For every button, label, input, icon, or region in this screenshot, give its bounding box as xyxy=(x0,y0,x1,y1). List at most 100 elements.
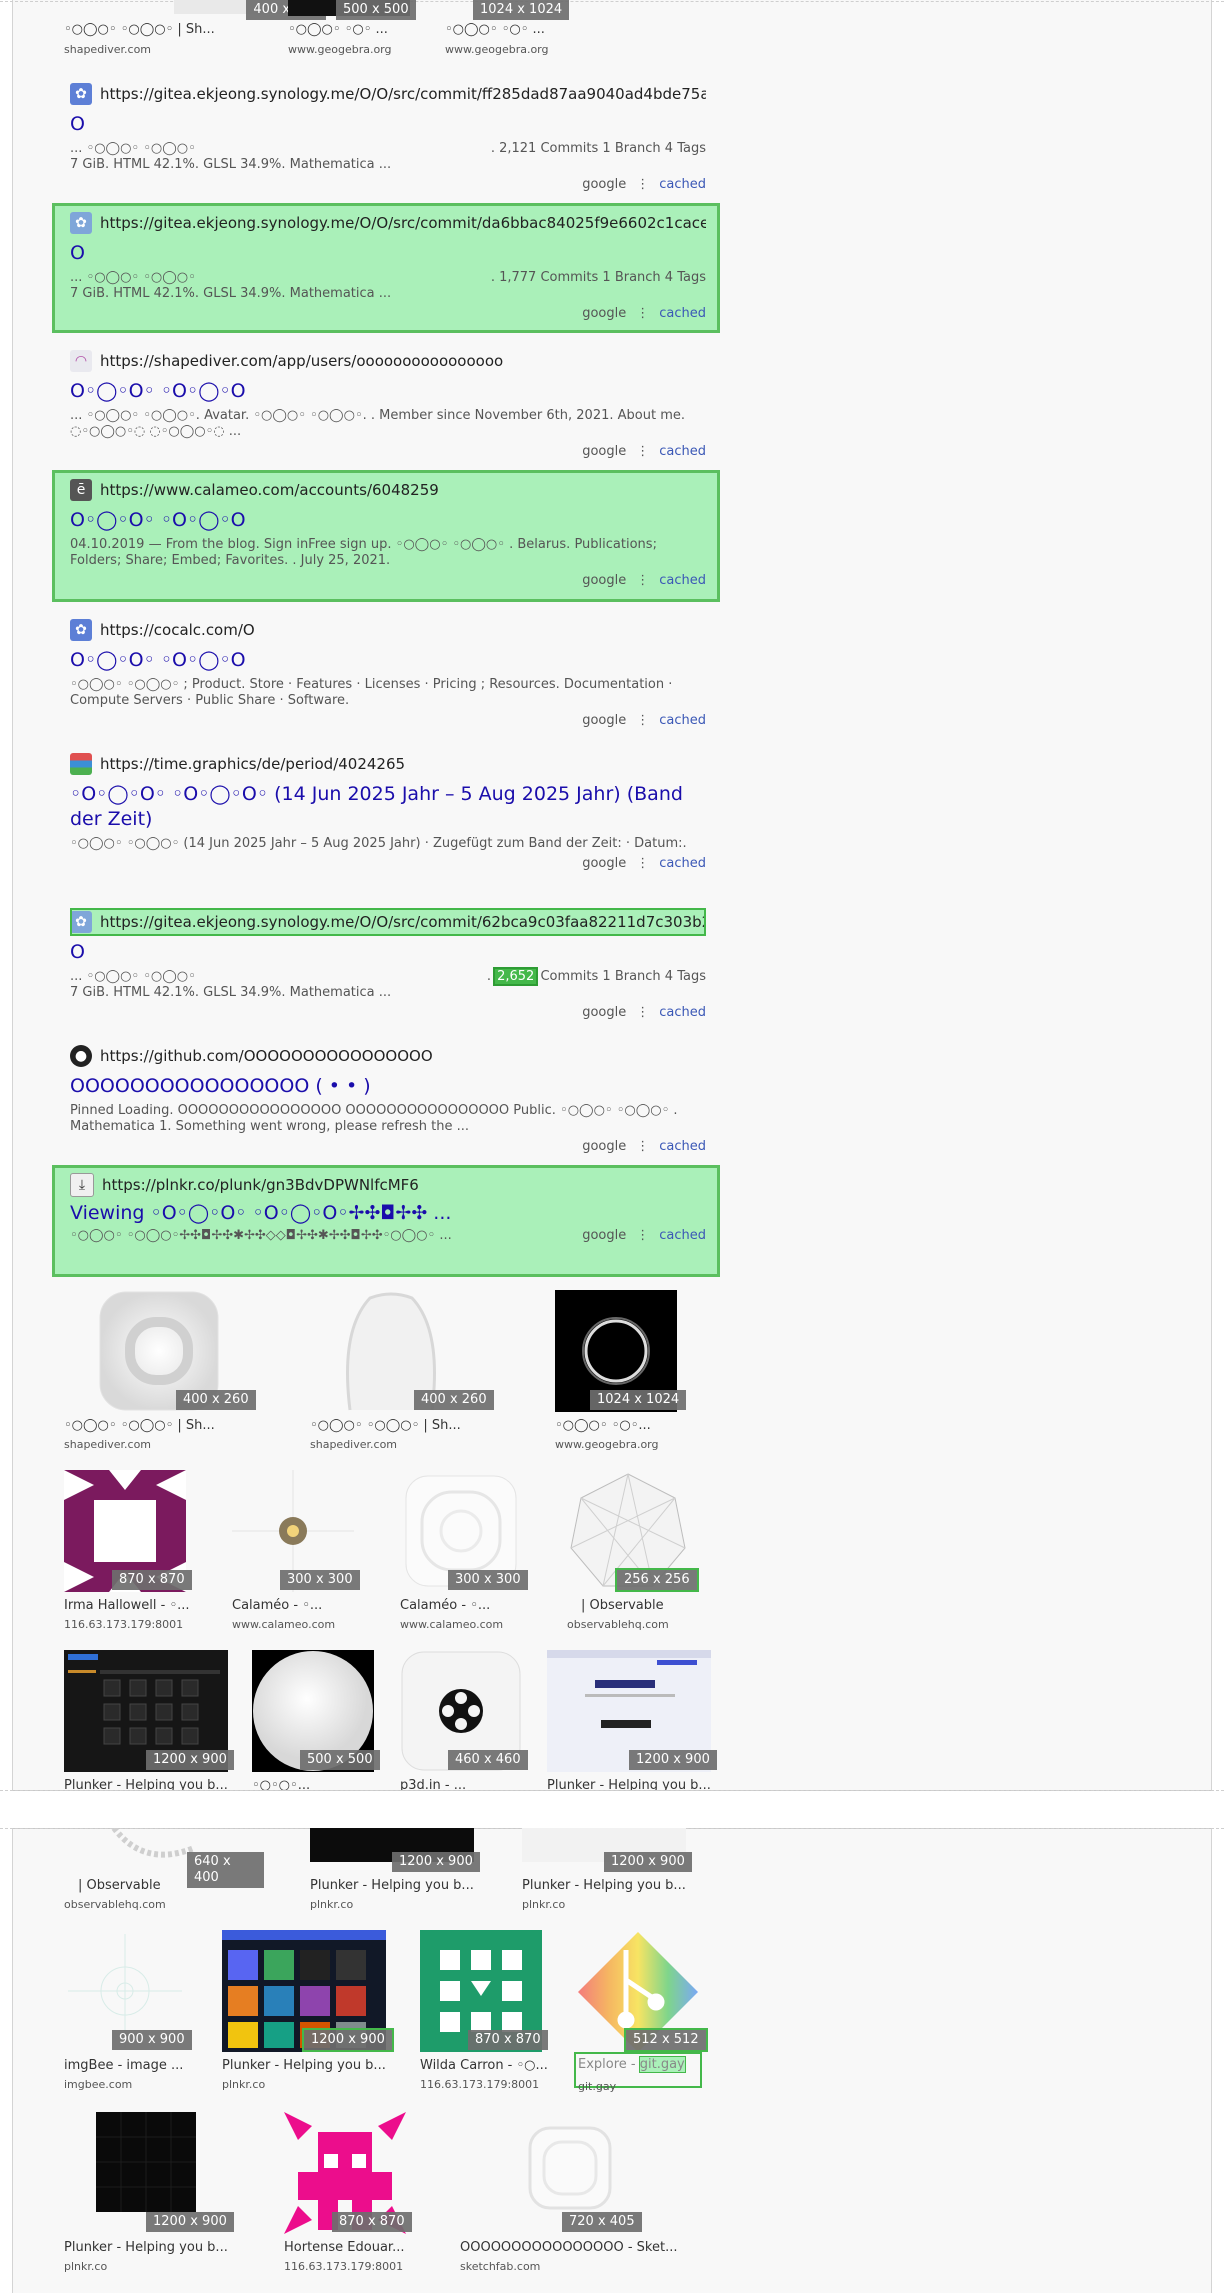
cached-link[interactable]: cached xyxy=(659,444,706,459)
result-title[interactable]: Viewing ◦O◦◯◦O◦ ◦O◦◯◦O◦✢✣◘✢✣ ... xyxy=(70,1201,706,1226)
image-result[interactable]: 1200 x 900 Plunker - Helping you b... pl… xyxy=(522,1828,722,1911)
result-title[interactable]: ◦O◦◯◦O◦ ◦O◦◯◦O◦ (14 Jun 2025 Jahr – 5 Au… xyxy=(70,782,706,832)
result-title[interactable]: O xyxy=(70,241,706,266)
image-source: plnkr.co xyxy=(222,2078,266,2091)
more-options-icon[interactable]: ⋮ xyxy=(636,573,649,588)
more-options-icon[interactable]: ⋮ xyxy=(636,1228,649,1243)
result-url[interactable]: https://github.com/OOOOOOOOOOOOOOOO xyxy=(100,1047,433,1065)
image-caption[interactable]: Plunker - Helping you b... xyxy=(64,1778,234,1790)
image-result[interactable]: 1200 x 900 Plunker - Helping you b... pl… xyxy=(310,1828,510,1911)
more-options-icon[interactable]: ⋮ xyxy=(636,1139,649,1154)
result-url[interactable]: https://time.graphics/de/period/4024265 xyxy=(100,755,405,773)
image-caption[interactable]: Wilda Carron - ◦○... xyxy=(420,2058,580,2073)
image-caption[interactable]: ◦○◯○◦ ◦○◯○◦ | Sh... xyxy=(64,1418,264,1433)
image-result[interactable]: 1024 x 1024 ◦○◯○◦ ◦○◦... www.geogebra.or… xyxy=(555,1290,735,1451)
image-caption[interactable]: p3d.in - ... xyxy=(400,1778,540,1790)
image-caption[interactable]: ◦○◯○◦ ◦○◯○◦ | Sh... xyxy=(64,22,274,37)
image-caption[interactable]: OOOOOOOOOOOOOOOO - Sket... xyxy=(460,2240,680,2255)
result-title[interactable]: O◦◯◦O◦ ◦O◦◯◦O xyxy=(70,648,706,673)
image-result[interactable]: 640 x 400 | Observable observablehq.com xyxy=(64,1828,264,1911)
result-url-row[interactable]: ✿ https://cocalc.com/O xyxy=(70,616,706,644)
image-caption[interactable]: ◦○◦○◦... xyxy=(252,1778,392,1790)
image-caption[interactable]: | Observable xyxy=(78,1878,258,1893)
result-title[interactable]: O◦◯◦O◦ ◦O◦◯◦O xyxy=(70,508,706,533)
image-caption[interactable]: Plunker - Helping you b... xyxy=(64,2240,244,2255)
image-caption[interactable]: Plunker - Helping you b... xyxy=(310,1878,510,1893)
image-result[interactable]: 300 x 300 Calaméo - ◦... www.calameo.com xyxy=(400,1470,560,1631)
image-caption[interactable]: Plunker - Helping you b... xyxy=(522,1878,722,1893)
image-result[interactable]: 1200 x 900 Plunker - Helping you b... xyxy=(64,1650,234,1790)
result-url[interactable]: https://www.calameo.com/accounts/6048259 xyxy=(100,481,439,499)
image-source: www.geogebra.org xyxy=(555,1438,659,1451)
result-title[interactable]: O◦◯◦O◦ ◦O◦◯◦O xyxy=(70,379,706,404)
image-result[interactable]: 720 x 405 OOOOOOOOOOOOOOOO - Sket... ske… xyxy=(460,2112,680,2273)
more-options-icon[interactable]: ⋮ xyxy=(636,444,649,459)
more-options-icon[interactable]: ⋮ xyxy=(636,306,649,321)
cached-link[interactable]: cached xyxy=(659,573,706,588)
image-caption[interactable]: Hortense Edouar... xyxy=(284,2240,444,2255)
image-result[interactable]: 400 x 260 ◦○◯○◦ ◦○◯○◦ | Sh... shapediver… xyxy=(64,1290,264,1451)
result-meta: google ⋮ cached xyxy=(70,856,706,876)
image-caption[interactable]: Calaméo - ◦... xyxy=(400,1598,560,1613)
image-result[interactable]: 400 x 260 ◦○◯○◦ ◦○◯○◦ | Sh... shapediver… xyxy=(64,0,326,60)
cached-link[interactable]: cached xyxy=(659,306,706,321)
more-options-icon[interactable]: ⋮ xyxy=(636,856,649,871)
image-result[interactable]: 460 x 460 p3d.in - ... xyxy=(400,1650,540,1790)
result-url[interactable]: https://gitea.ekjeong.synology.me/O/O/sr… xyxy=(100,85,706,103)
more-options-icon[interactable]: ⋮ xyxy=(636,177,649,192)
image-result[interactable]: 870 x 870 Hortense Edouar... 116.63.173.… xyxy=(284,2112,444,2273)
result-title[interactable]: OOOOOOOOOOOOOOOO ( • • ) xyxy=(70,1074,706,1099)
cached-link[interactable]: cached xyxy=(659,713,706,728)
image-caption[interactable]: Plunker - Helping you b... xyxy=(222,2058,402,2073)
result-url-row-highlighted[interactable]: ✿ https://gitea.ekjeong.synology.me/O/O/… xyxy=(70,908,706,936)
image-result[interactable]: 1200 x 900 Plunker - Helping you b... pl… xyxy=(222,1930,402,2091)
cached-link[interactable]: cached xyxy=(659,1005,706,1020)
image-result[interactable]: 1024 x 1024 ◦○◯○◦ ◦○◦ ... www.geogebra.o… xyxy=(445,0,645,60)
result-url[interactable]: https://gitea.ekjeong.synology.me/O/O/sr… xyxy=(100,214,706,232)
image-caption[interactable]: Plunker - Helping you b... xyxy=(547,1778,717,1790)
image-caption[interactable]: | Observable xyxy=(581,1598,741,1613)
image-result[interactable]: 870 x 870 Wilda Carron - ◦○... 116.63.17… xyxy=(420,1930,580,2091)
image-result[interactable]: 500 x 500 ◦○◦○◦... xyxy=(252,1650,392,1790)
more-options-icon[interactable]: ⋮ xyxy=(636,1005,649,1020)
result-url-row[interactable]: ē https://www.calameo.com/accounts/60482… xyxy=(70,476,706,504)
result-title[interactable]: O xyxy=(70,112,706,137)
image-caption[interactable]: Calaméo - ◦... xyxy=(232,1598,392,1613)
image-result[interactable]: 900 x 900 imgBee - image ... imgbee.com xyxy=(64,1930,224,2091)
more-options-icon[interactable]: ⋮ xyxy=(636,713,649,728)
cached-link[interactable]: cached xyxy=(659,177,706,192)
image-caption[interactable]: ◦○◯○◦ ◦○◯○◦ | Sh... xyxy=(310,1418,510,1433)
cached-link[interactable]: cached xyxy=(659,1228,706,1243)
result-url-row[interactable]: https://time.graphics/de/period/4024265 xyxy=(70,750,706,778)
image-result[interactable]: 870 x 870 Irma Hallowell - ◦... 116.63.1… xyxy=(64,1470,224,1631)
image-result[interactable]: 512 x 512 Explore - git.gay git.gay xyxy=(574,1930,736,2093)
image-result[interactable]: 256 x 256 | Observable observablehq.com xyxy=(567,1470,727,1631)
cached-link[interactable]: cached xyxy=(659,856,706,871)
image-result[interactable]: 1200 x 900 Plunker - Helping you b... xyxy=(547,1650,717,1790)
result-url[interactable]: https://plnkr.co/plunk/gn3BdvDPWNlfcMF6 xyxy=(102,1176,419,1194)
result-title[interactable]: O xyxy=(70,940,706,965)
image-caption[interactable]: ◦○◯○◦ ◦○◦... xyxy=(555,1418,735,1433)
cached-link[interactable]: cached xyxy=(659,1139,706,1154)
image-source: observablehq.com xyxy=(567,1618,669,1631)
image-dimensions-highlighted: 256 x 256 xyxy=(615,1568,699,1592)
result-url[interactable]: https://cocalc.com/O xyxy=(100,621,255,639)
image-caption[interactable]: Irma Hallowell - ◦... xyxy=(64,1598,224,1613)
image-thumbnail[interactable] xyxy=(516,2122,626,2222)
result-url-row[interactable]: ✿ https://gitea.ekjeong.synology.me/O/O/… xyxy=(70,80,706,108)
image-result[interactable]: 400 x 260 ◦○◯○◦ ◦○◯○◦ | Sh... shapediver… xyxy=(310,1290,510,1451)
result-url-row[interactable]: ⤓ https://plnkr.co/plunk/gn3BdvDPWNlfcMF… xyxy=(70,1171,706,1199)
image-result[interactable]: 300 x 300 Calaméo - ◦... www.calameo.com xyxy=(232,1470,392,1631)
image-dimensions: 1024 x 1024 xyxy=(473,0,570,20)
result-meta-inline: google ⋮ cached xyxy=(582,1228,706,1244)
result-url[interactable]: https://shapediver.com/app/users/ooooooo… xyxy=(100,352,503,370)
image-result[interactable]: 1200 x 900 Plunker - Helping you b... pl… xyxy=(64,2112,244,2273)
result-url[interactable]: https://gitea.ekjeong.synology.me/O/O/sr… xyxy=(100,913,706,931)
result-url-row[interactable]: ● https://github.com/OOOOOOOOOOOOOOOO xyxy=(70,1042,706,1070)
image-thumbnail[interactable] xyxy=(96,2112,196,2212)
image-caption[interactable]: ◦○◯○◦ ◦○◦ ... xyxy=(445,22,655,37)
result-url-row[interactable]: ◠ https://shapediver.com/app/users/ooooo… xyxy=(70,347,706,375)
result-url-row[interactable]: ✿ https://gitea.ekjeong.synology.me/O/O/… xyxy=(70,209,706,237)
image-dimensions: 1024 x 1024 xyxy=(590,1390,687,1410)
image-caption[interactable]: imgBee - image ... xyxy=(64,2058,224,2073)
